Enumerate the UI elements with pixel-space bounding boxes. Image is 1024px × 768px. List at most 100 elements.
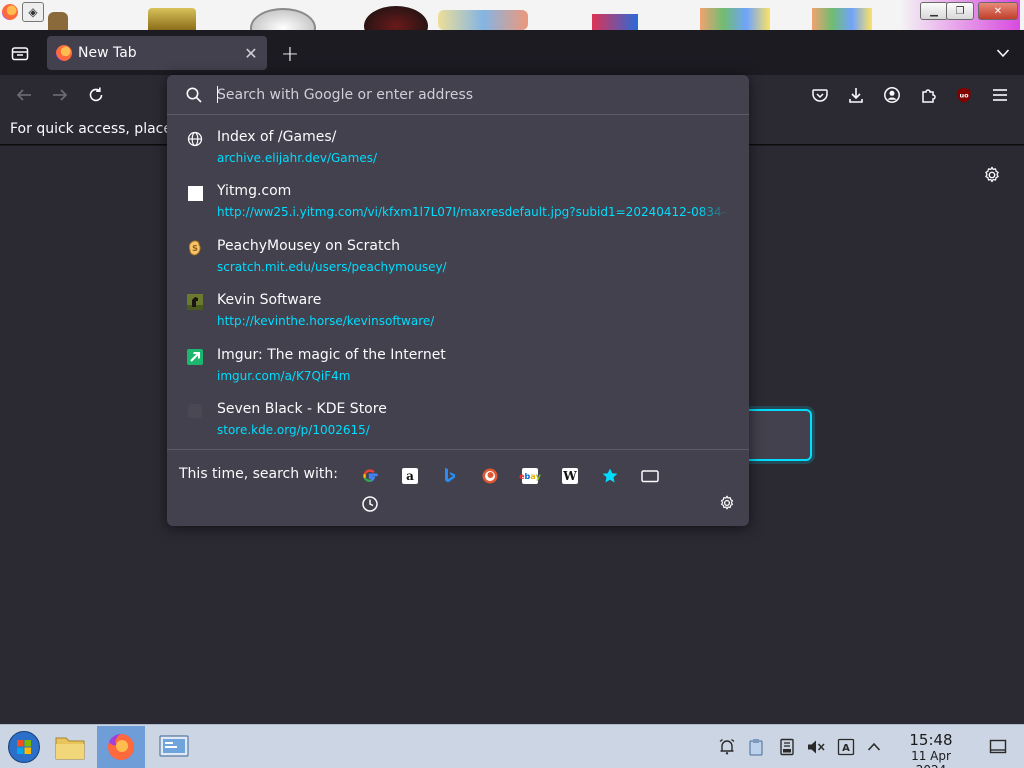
result-url: http://kevinthe.horse/kevinsoftware/ bbox=[217, 314, 435, 329]
pocket-icon bbox=[812, 89, 828, 102]
taskbar-file-manager[interactable] bbox=[46, 726, 94, 768]
back-button[interactable] bbox=[12, 83, 36, 107]
result-title: PeachyMousey on Scratch bbox=[217, 237, 401, 254]
list-all-tabs-button[interactable] bbox=[992, 42, 1014, 64]
show-desktop-button[interactable] bbox=[988, 737, 1008, 757]
keyboard-layout-icon: A bbox=[837, 738, 855, 756]
maximize-button[interactable]: ❐ bbox=[946, 2, 974, 20]
urlbar-result[interactable]: Imgur: The magic of the Internet imgur.c… bbox=[167, 341, 749, 395]
desktop-icon bbox=[364, 6, 428, 30]
tab-close-button[interactable]: ✕ bbox=[241, 43, 261, 63]
firefox-window-icon bbox=[2, 4, 18, 20]
downloads-button[interactable] bbox=[844, 83, 868, 107]
white-square-favicon-icon bbox=[187, 185, 203, 201]
google-icon bbox=[363, 469, 378, 482]
control-panel-icon bbox=[159, 735, 189, 757]
window-menu-icon[interactable]: ◈ bbox=[22, 2, 44, 22]
notifications-tray[interactable] bbox=[717, 737, 737, 757]
firefox-view-button[interactable] bbox=[10, 43, 30, 63]
account-icon bbox=[884, 87, 900, 103]
clock-date[interactable]: 11 Apr 2024 bbox=[895, 749, 967, 768]
one-off-label: This time, search with: bbox=[179, 466, 338, 482]
search-engine-google[interactable] bbox=[358, 464, 382, 488]
desktop-icon bbox=[48, 12, 68, 30]
imgur-favicon-icon bbox=[187, 348, 203, 365]
search-settings-button[interactable] bbox=[716, 492, 738, 514]
pocket-button[interactable] bbox=[808, 83, 832, 107]
globe-icon bbox=[187, 131, 203, 147]
forward-button[interactable] bbox=[48, 83, 72, 107]
urlbar-result[interactable]: Kevin Software http://kevinthe.horse/kev… bbox=[167, 286, 749, 340]
duckduckgo-icon bbox=[482, 468, 498, 484]
reload-button[interactable] bbox=[84, 83, 108, 107]
result-title: Imgur: The magic of the Internet bbox=[217, 346, 446, 363]
urlbar-result[interactable]: Index of /Games/ archive.elijahr.dev/Gam… bbox=[167, 123, 749, 177]
tab-title: New Tab bbox=[78, 45, 137, 61]
search-tabs-button[interactable] bbox=[638, 464, 662, 488]
clock-time[interactable]: 15:48 bbox=[895, 731, 967, 749]
tab-bar: New Tab ✕ + bbox=[0, 30, 1024, 75]
window-titlebar: ◈ ▁ ❐ ✕ bbox=[0, 0, 1024, 30]
clipboard-tray[interactable] bbox=[746, 737, 766, 757]
minimize-icon: ▁ bbox=[930, 5, 938, 17]
urlbar-result[interactable]: Yitmg.com http://ww25.i.yitmg.com/vi/kfx… bbox=[167, 177, 749, 231]
puzzle-piece-icon bbox=[922, 89, 936, 103]
desktop-icon bbox=[812, 8, 872, 30]
download-icon bbox=[849, 88, 863, 103]
input-method-tray[interactable]: A bbox=[836, 737, 856, 757]
desktop-icon bbox=[250, 8, 316, 30]
ublock-origin-button[interactable]: uo bbox=[952, 83, 976, 107]
urlbar-result[interactable]: S PeachyMousey on Scratch scratch.mit.ed… bbox=[167, 232, 749, 286]
amazon-icon: a bbox=[402, 468, 418, 484]
one-off-search-bar: This time, search with: a ebay W bbox=[167, 449, 749, 526]
star-icon bbox=[602, 468, 618, 483]
search-icon bbox=[185, 86, 203, 104]
gear-icon bbox=[985, 166, 999, 183]
result-url: imgur.com/a/K7QiF4m bbox=[217, 368, 351, 383]
start-menu-button[interactable] bbox=[0, 726, 48, 768]
reload-icon bbox=[89, 87, 103, 102]
search-history-button[interactable] bbox=[358, 492, 382, 516]
svg-text:S: S bbox=[192, 244, 198, 253]
extensions-button[interactable] bbox=[916, 83, 940, 107]
tab-icon bbox=[641, 470, 659, 483]
account-button[interactable] bbox=[880, 83, 904, 107]
urlbar bbox=[167, 75, 749, 115]
volume-tray[interactable] bbox=[806, 737, 826, 757]
clipboard-icon bbox=[749, 739, 763, 756]
tab-new-tab[interactable]: New Tab ✕ bbox=[47, 36, 267, 70]
removable-devices-tray[interactable] bbox=[777, 737, 797, 757]
bing-icon bbox=[445, 468, 455, 483]
search-engine-wikipedia[interactable]: W bbox=[558, 464, 582, 488]
result-title: Yitmg.com bbox=[217, 183, 292, 200]
desktop-icon bbox=[592, 14, 638, 30]
result-title: Kevin Software bbox=[217, 292, 322, 309]
taskbar-firefox[interactable] bbox=[97, 726, 145, 768]
search-engine-ebay[interactable]: ebay bbox=[518, 464, 542, 488]
alarm-bell-icon bbox=[719, 738, 735, 755]
show-desktop-icon bbox=[989, 739, 1007, 754]
back-arrow-icon bbox=[16, 89, 31, 101]
firefox-view-icon bbox=[11, 47, 29, 61]
search-engine-bing[interactable] bbox=[438, 464, 462, 488]
tray-expander[interactable] bbox=[864, 737, 884, 757]
search-engine-duckduckgo[interactable] bbox=[478, 464, 502, 488]
search-bookmarks-button[interactable] bbox=[598, 464, 622, 488]
taskbar: A 15:48 11 Apr 2024 bbox=[0, 724, 1024, 768]
taskbar-system-settings[interactable] bbox=[150, 726, 198, 768]
speaker-muted-icon bbox=[808, 740, 825, 754]
close-window-button[interactable]: ✕ bbox=[978, 2, 1018, 20]
app-menu-button[interactable] bbox=[988, 83, 1012, 107]
restore-icon: ❐ bbox=[955, 5, 965, 17]
address-input[interactable] bbox=[217, 83, 727, 107]
bookmarks-hint-text: For quick access, place bbox=[10, 121, 172, 137]
svg-text:uo: uo bbox=[959, 92, 969, 100]
urlbar-result[interactable]: Seven Black - KDE Store store.kde.org/p/… bbox=[167, 395, 749, 449]
scratch-favicon-icon: S bbox=[187, 240, 203, 256]
new-tab-button[interactable]: + bbox=[278, 42, 302, 67]
ublock-shield-icon: uo bbox=[957, 87, 971, 103]
page-settings-button[interactable] bbox=[983, 166, 1003, 186]
desktop-icon bbox=[700, 8, 770, 30]
minimize-button[interactable]: ▁ bbox=[920, 2, 948, 20]
search-engine-amazon[interactable]: a bbox=[398, 464, 422, 488]
